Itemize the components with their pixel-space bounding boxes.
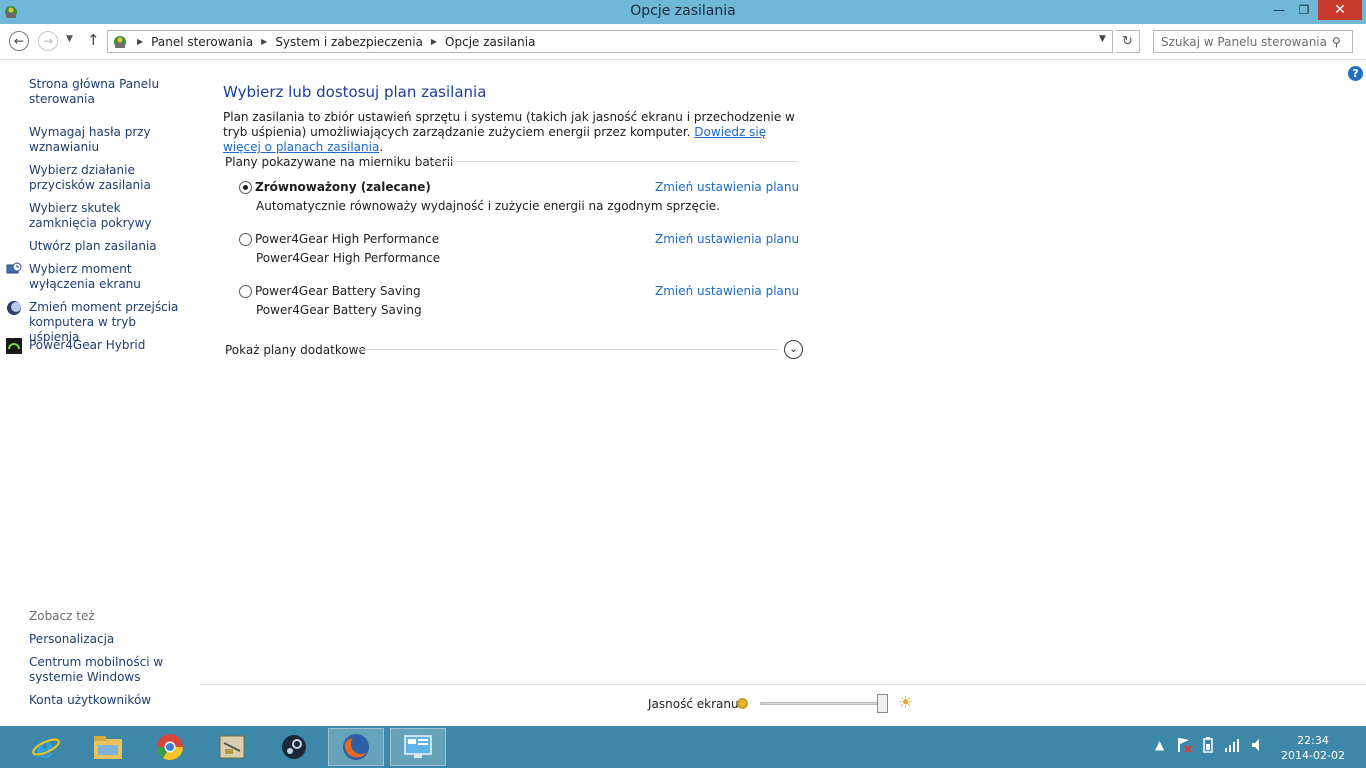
- divider: [357, 349, 778, 350]
- breadcrumb-item[interactable]: Panel sterowania: [151, 35, 253, 49]
- plans-group-title: Plany pokazywane na mierniku baterii: [225, 155, 454, 169]
- signal-bars-icon: [1225, 739, 1239, 752]
- plan-name[interactable]: Zrównoważony (zalecane): [255, 180, 431, 194]
- taskbar-control-panel[interactable]: [390, 728, 446, 766]
- refresh-icon: ↻: [1122, 34, 1133, 49]
- close-button[interactable]: ✕: [1318, 0, 1362, 20]
- control-panel-icon: [404, 735, 432, 758]
- address-history-chevron-icon[interactable]: ▼: [1099, 34, 1106, 44]
- address-toolbar: ← → ▼ ↑ ▶ Panel sterowania ▶ System i za…: [0, 24, 1366, 60]
- breadcrumb-separator-icon: ▶: [430, 37, 438, 46]
- steam-icon: [282, 735, 306, 759]
- back-button[interactable]: ←: [9, 31, 29, 51]
- taskbar-steam[interactable]: [266, 728, 322, 766]
- taskbar-scanner[interactable]: [204, 728, 260, 766]
- internet-explorer-icon: e: [32, 732, 60, 762]
- brightness-slider-thumb[interactable]: [877, 694, 888, 713]
- battery-plug-icon: [1203, 737, 1213, 753]
- plan-radio-high-performance[interactable]: [239, 233, 252, 246]
- dim-sun-icon: [737, 698, 748, 709]
- clock-time: 22:34: [1297, 734, 1329, 747]
- breadcrumb-item[interactable]: System i zabezpieczenia: [275, 35, 423, 49]
- search-icon[interactable]: ⚲: [1332, 35, 1352, 49]
- forward-arrow-icon: →: [42, 34, 54, 48]
- change-plan-settings-link[interactable]: Zmień ustawienia planu: [655, 284, 799, 298]
- sidebar-item-lid-close[interactable]: Wybierz skutek zamknięcia pokrywy: [29, 201, 189, 231]
- action-center-icon[interactable]: [1176, 736, 1192, 757]
- window-title: Opcje zasilania: [630, 3, 736, 19]
- minimize-button[interactable]: —: [1268, 0, 1290, 20]
- network-signal-icon[interactable]: [1224, 738, 1242, 755]
- show-hidden-icons[interactable]: ▲: [1155, 738, 1164, 752]
- forward-button[interactable]: →: [38, 31, 58, 51]
- taskbar-file-explorer[interactable]: [80, 728, 136, 766]
- see-also-personalization[interactable]: Personalizacja: [29, 632, 189, 647]
- volume-icon[interactable]: [1250, 738, 1264, 755]
- chrome-icon: [156, 734, 184, 761]
- sidebar-item-require-password[interactable]: Wymagaj hasła przy wznawianiu: [29, 125, 189, 155]
- plan-description: Power4Gear Battery Saving: [256, 303, 422, 317]
- search-input[interactable]: Szukaj w Panelu sterowania: [1161, 35, 1332, 49]
- sidebar-item-power4gear[interactable]: Power4Gear Hybrid: [29, 338, 189, 353]
- bright-sun-icon: ☀: [898, 693, 914, 713]
- sidebar-item-create-plan[interactable]: Utwórz plan zasilania: [29, 239, 189, 254]
- recent-locations-dropdown[interactable]: ▼: [66, 34, 73, 44]
- file-explorer-icon: [94, 736, 122, 759]
- plan-radio-battery-saving[interactable]: [239, 285, 252, 298]
- breadcrumb-separator-icon: ▶: [137, 37, 144, 46]
- show-additional-plans-label[interactable]: Pokaż plany dodatkowe: [225, 343, 366, 357]
- maximize-button[interactable]: ❐: [1293, 0, 1315, 20]
- taskbar-firefox[interactable]: [328, 728, 384, 766]
- sidebar-item-control-panel-home[interactable]: Strona główna Panelu sterowania: [29, 77, 189, 107]
- change-plan-settings-link[interactable]: Zmień ustawienia planu: [655, 232, 799, 246]
- brightness-slider-track[interactable]: [760, 702, 884, 705]
- firefox-icon: [343, 734, 369, 760]
- taskbar-chrome[interactable]: [142, 728, 198, 766]
- see-also-mobility-center[interactable]: Centrum mobilności w systemie Windows: [29, 655, 189, 685]
- expand-chevron-icon[interactable]: ⌄: [784, 340, 803, 359]
- monitor-clock-icon: [6, 262, 22, 274]
- control-panel-icon: [114, 35, 126, 48]
- taskbar: e ▲ 22:34 2014-02-02: [0, 726, 1366, 768]
- plan-description: Power4Gear High Performance: [256, 251, 441, 265]
- page-description: Plan zasilania to zbiór ustawień sprzętu…: [223, 110, 803, 155]
- plan-name[interactable]: Power4Gear Battery Saving: [255, 284, 421, 298]
- scanner-icon: [219, 735, 245, 759]
- description-end: .: [379, 140, 384, 154]
- divider: [429, 161, 798, 162]
- breadcrumb: ▶ Panel sterowania ▶ System i zabezpiecz…: [129, 35, 535, 49]
- see-also-title: Zobacz też: [29, 609, 95, 623]
- svg-text:e: e: [36, 732, 54, 762]
- sidebar-item-power-buttons[interactable]: Wybierz działanie przycisków zasilania: [29, 163, 189, 193]
- refresh-button[interactable]: ↻: [1116, 30, 1140, 53]
- flag-icon: [1178, 738, 1192, 753]
- address-bar[interactable]: ▶ Panel sterowania ▶ System i zabezpiecz…: [107, 30, 1113, 53]
- title-bar: Opcje zasilania — ❐ ✕: [0, 0, 1366, 24]
- power4gear-icon: [6, 338, 22, 354]
- back-arrow-icon: ←: [13, 34, 25, 48]
- see-also-user-accounts[interactable]: Konta użytkowników: [29, 693, 189, 708]
- system-clock[interactable]: 22:34 2014-02-02: [1278, 733, 1348, 763]
- help-icon[interactable]: ?: [1348, 66, 1363, 81]
- plan-radio-balanced[interactable]: [239, 181, 252, 194]
- breadcrumb-item[interactable]: Opcje zasilania: [445, 35, 535, 49]
- brightness-bar: Jasność ekranu: ☀: [200, 684, 1366, 726]
- speaker-icon: [1252, 739, 1259, 751]
- taskbar-internet-explorer[interactable]: e: [18, 728, 74, 766]
- up-button[interactable]: ↑: [87, 31, 100, 49]
- plan-description: Automatycznie równoważy wydajność i zuży…: [256, 199, 720, 213]
- plan-name[interactable]: Power4Gear High Performance: [255, 232, 439, 246]
- search-box[interactable]: Szukaj w Panelu sterowania ⚲: [1153, 30, 1353, 53]
- breadcrumb-separator-icon: ▶: [261, 37, 268, 46]
- sidebar-item-display-off[interactable]: Wybierz moment wyłączenia ekranu: [29, 262, 189, 292]
- brightness-label: Jasność ekranu:: [648, 697, 743, 711]
- battery-icon[interactable]: [1200, 736, 1216, 757]
- change-plan-settings-link[interactable]: Zmień ustawienia planu: [655, 180, 799, 194]
- clock-date: 2014-02-02: [1281, 749, 1345, 762]
- left-pane: Strona główna Panelu sterowania Wymagaj …: [0, 61, 200, 726]
- moon-icon: [7, 301, 21, 315]
- page-title: Wybierz lub dostosuj plan zasilania: [223, 83, 487, 101]
